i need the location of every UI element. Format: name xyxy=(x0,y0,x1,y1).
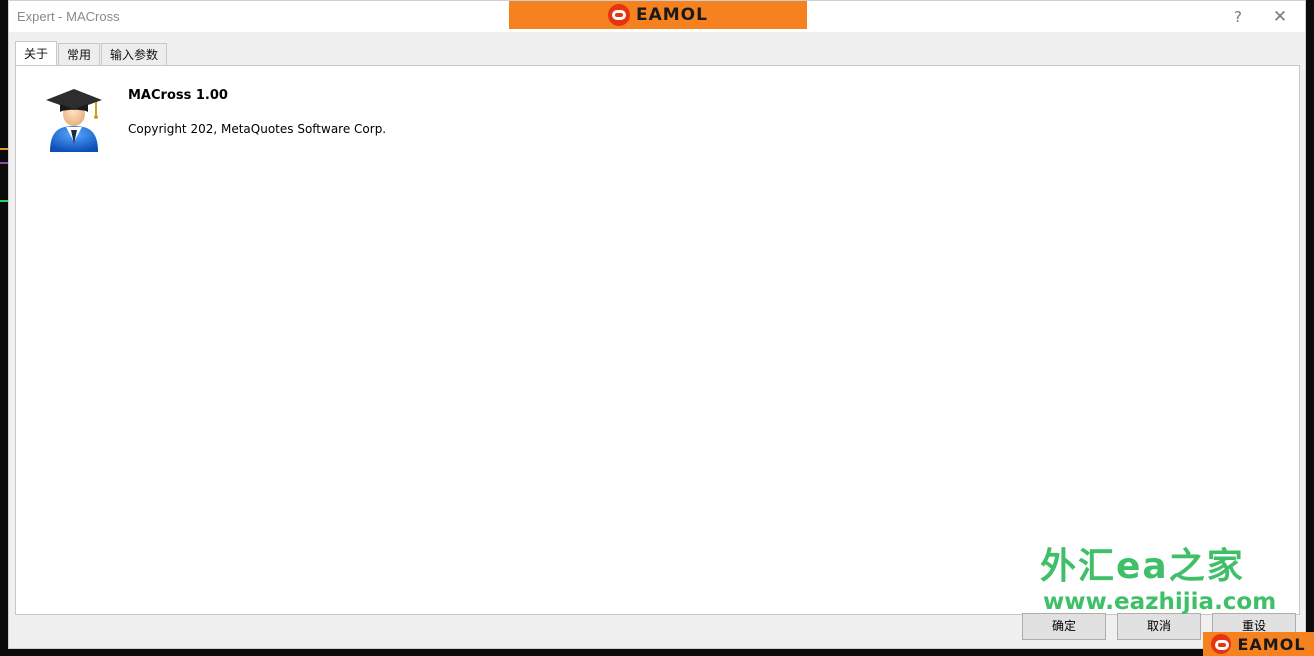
expert-properties-dialog: Expert - MACross EAMOL ? ✕ 关于 常用 输入参数 MA… xyxy=(8,0,1306,649)
tab-inputs[interactable]: 输入参数 xyxy=(101,43,168,65)
ok-button[interactable]: 确定 xyxy=(1022,613,1106,640)
chart-edge-mark xyxy=(0,162,8,164)
eamol-logo: EAMOL xyxy=(1211,634,1305,654)
eamol-robot-icon xyxy=(608,4,630,26)
chart-edge-mark xyxy=(0,148,8,150)
eamol-corner-badge: EAMOL xyxy=(1203,632,1314,656)
eamol-banner: EAMOL xyxy=(509,1,807,29)
about-panel: MACross 1.00 Copyright 202, MetaQuotes S… xyxy=(15,65,1300,615)
eamol-robot-icon xyxy=(1211,634,1232,654)
title-bar: Expert - MACross EAMOL ? ✕ xyxy=(9,1,1305,32)
close-button[interactable]: ✕ xyxy=(1269,7,1291,27)
cancel-button[interactable]: 取消 xyxy=(1117,613,1201,640)
tab-bar: 关于 常用 输入参数 xyxy=(15,41,168,65)
tab-common[interactable]: 常用 xyxy=(58,43,101,65)
ea-name: MACross 1.00 xyxy=(128,88,228,103)
eamol-banner-text: EAMOL xyxy=(636,5,708,25)
eamol-corner-text: EAMOL xyxy=(1237,634,1306,654)
ea-copyright: Copyright 202, MetaQuotes Software Corp. xyxy=(128,122,387,136)
chart-edge-mark xyxy=(0,200,8,202)
window-title: Expert - MACross xyxy=(17,9,120,24)
graduate-avatar-icon xyxy=(46,89,102,152)
tab-about[interactable]: 关于 xyxy=(15,41,58,65)
help-button[interactable]: ? xyxy=(1227,7,1249,27)
eamol-logo: EAMOL xyxy=(608,4,708,26)
